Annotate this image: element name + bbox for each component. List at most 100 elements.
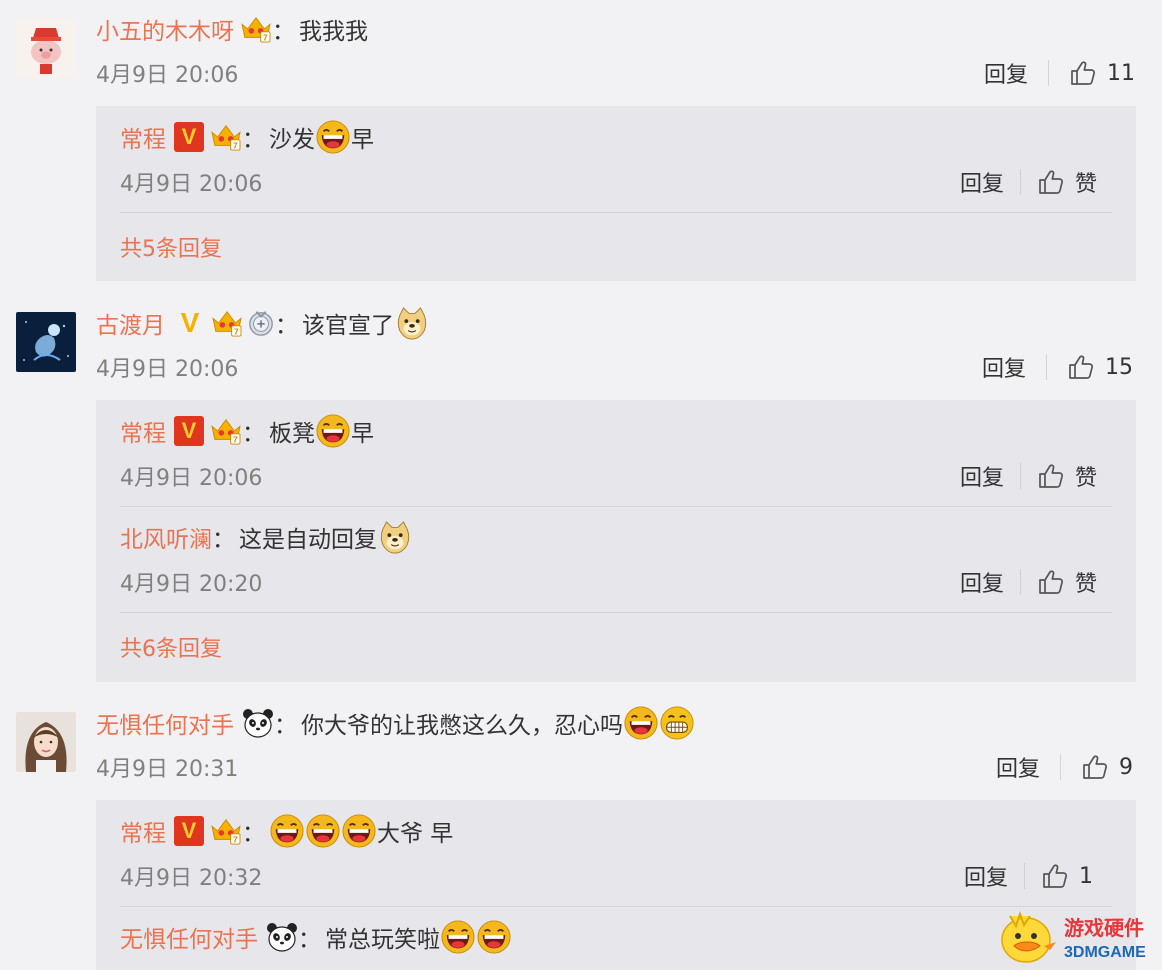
reply-button[interactable]: 回复 bbox=[960, 566, 1004, 598]
crown-icon bbox=[211, 309, 243, 337]
laugh-emoji-icon bbox=[316, 120, 350, 154]
crown-icon bbox=[210, 417, 242, 445]
reply-button[interactable]: 回复 bbox=[964, 860, 1008, 892]
comment-actions: 回复 15 bbox=[982, 350, 1133, 384]
reply-actions: 回复 赞 bbox=[960, 565, 1097, 599]
like-button[interactable]: 15 bbox=[1067, 353, 1133, 381]
avatar[interactable] bbox=[16, 312, 76, 372]
comment-content: 小五的木木呀 ： 我我我 bbox=[96, 12, 368, 46]
medal-icon bbox=[247, 309, 275, 337]
reply-content: 北风听澜 ： 这是自动回复 bbox=[120, 520, 413, 554]
like-count: 15 bbox=[1105, 354, 1134, 380]
laugh-emoji-icon bbox=[270, 814, 304, 848]
comment-time: 4月9日 20:06 bbox=[96, 357, 239, 382]
like-button[interactable]: 9 bbox=[1081, 753, 1133, 781]
watermark-line1: 游戏硬件 bbox=[1064, 918, 1144, 940]
divider bbox=[120, 506, 1112, 507]
reply-actions: 回复 赞 bbox=[960, 459, 1097, 493]
like-button[interactable]: 赞 bbox=[1037, 166, 1097, 198]
username-link[interactable]: 常程 bbox=[120, 120, 166, 154]
watermark-logo: 游戏硬件 3DMGAME bbox=[996, 906, 1156, 968]
divider bbox=[1020, 169, 1022, 195]
avatar[interactable] bbox=[16, 712, 76, 772]
username-link[interactable]: 常程 bbox=[120, 814, 166, 848]
comment-content: 无惧任何对手 ： 你大爷的让我憋这么久，忍心吗 bbox=[96, 706, 695, 740]
reply-box: 常程 V ： 板凳 早 4月9日 20:06 回复 赞 北风听澜 ： 这是自动回… bbox=[96, 400, 1136, 682]
crown-icon bbox=[210, 817, 242, 845]
colon: ： bbox=[212, 527, 235, 553]
divider bbox=[1060, 754, 1062, 780]
comment-item: 小五的木木呀 ： 我我我 4月9日 20:06 回复 11 常程 V ： 沙发 … bbox=[0, 18, 1162, 288]
colon: ： bbox=[274, 713, 297, 739]
thumb-up-icon bbox=[1081, 753, 1109, 781]
reply-time: 4月9日 20:06 bbox=[120, 466, 263, 491]
divider bbox=[120, 212, 1112, 213]
reply-box: 常程 V ： 大爷 早 4月9日 20:32 回复 1 无惧任何对手 ： 常总玩… bbox=[96, 800, 1136, 970]
username-link[interactable]: 小五的木木呀 bbox=[96, 12, 234, 46]
verified-v-icon: V bbox=[180, 307, 200, 338]
doge-emoji-icon bbox=[395, 306, 429, 340]
comment-actions: 回复 11 bbox=[984, 56, 1135, 90]
laugh-emoji-icon bbox=[342, 814, 376, 848]
reply-text: 板凳 bbox=[269, 421, 315, 447]
thumb-up-icon bbox=[1037, 568, 1065, 596]
username-link[interactable]: 无惧任何对手 bbox=[120, 920, 258, 954]
like-button[interactable]: 1 bbox=[1041, 862, 1093, 890]
reply-button[interactable]: 回复 bbox=[996, 751, 1040, 783]
laugh-emoji-icon bbox=[306, 814, 340, 848]
laugh-emoji-icon bbox=[624, 706, 658, 740]
duck-mascot-icon bbox=[1001, 910, 1056, 963]
reply-text-tail: 早 bbox=[351, 127, 374, 153]
reply-text: 沙发 bbox=[269, 127, 315, 153]
reply-button[interactable]: 回复 bbox=[984, 57, 1028, 89]
laugh-emoji-icon bbox=[441, 920, 475, 954]
username-link[interactable]: 古渡月 bbox=[96, 306, 165, 340]
like-button[interactable]: 赞 bbox=[1037, 566, 1097, 598]
reply-button[interactable]: 回复 bbox=[982, 351, 1026, 383]
username-link[interactable]: 无惧任何对手 bbox=[96, 706, 234, 740]
reply-time: 4月9日 20:06 bbox=[120, 172, 263, 197]
like-count: 11 bbox=[1107, 60, 1136, 86]
username-link[interactable]: 北风听澜 bbox=[120, 520, 212, 554]
username-link[interactable]: 常程 bbox=[120, 414, 166, 448]
reply-text: 这是自动回复 bbox=[239, 527, 377, 553]
comment-text: 该官宣了 bbox=[302, 313, 394, 339]
divider bbox=[1024, 863, 1026, 889]
reply-content: 无惧任何对手 ： 常总玩笑啦 bbox=[120, 920, 512, 954]
comment-actions: 回复 9 bbox=[996, 750, 1133, 784]
more-replies-link[interactable]: 共6条回复 bbox=[120, 632, 222, 662]
panda-icon bbox=[242, 707, 274, 739]
like-label: 赞 bbox=[1075, 572, 1098, 597]
like-count: 9 bbox=[1119, 754, 1134, 780]
divider bbox=[1020, 463, 1022, 489]
reply-text-tail: 早 bbox=[351, 421, 374, 447]
comment-item: 古渡月 V ： 该官宣了 4月9日 20:06 回复 15 常程 V ： 板凳 bbox=[0, 307, 1162, 684]
colon: ： bbox=[242, 821, 265, 847]
reply-box: 常程 V ： 沙发 早 4月9日 20:06 回复 赞 共5条回复 bbox=[96, 106, 1136, 281]
like-button[interactable]: 赞 bbox=[1037, 460, 1097, 492]
avatar[interactable] bbox=[16, 18, 76, 78]
reply-content: 常程 V ： 沙发 早 bbox=[120, 120, 374, 154]
comment-feed: 小五的木木呀 ： 我我我 4月9日 20:06 回复 11 常程 V ： 沙发 … bbox=[0, 0, 1162, 970]
crown-icon bbox=[210, 123, 242, 151]
reply-actions: 回复 赞 bbox=[960, 165, 1097, 199]
comment-text: 我我我 bbox=[299, 19, 368, 45]
colon: ： bbox=[275, 313, 298, 339]
comment-text: 你大爷的让我憋这么久，忍心吗 bbox=[301, 713, 623, 739]
reply-button[interactable]: 回复 bbox=[960, 166, 1004, 198]
thumb-up-icon bbox=[1037, 168, 1065, 196]
like-button[interactable]: 11 bbox=[1069, 59, 1135, 87]
reply-button[interactable]: 回复 bbox=[960, 460, 1004, 492]
thumb-up-icon bbox=[1069, 59, 1097, 87]
reply-time: 4月9日 20:32 bbox=[120, 866, 263, 891]
verified-v-icon: V bbox=[174, 816, 204, 846]
divider bbox=[1046, 354, 1048, 380]
reply-actions: 回复 1 bbox=[964, 859, 1093, 893]
doge-emoji-icon bbox=[378, 520, 412, 554]
thumb-up-icon bbox=[1037, 462, 1065, 490]
more-replies-link[interactable]: 共5条回复 bbox=[120, 232, 222, 262]
reply-time: 4月9日 20:20 bbox=[120, 572, 263, 597]
watermark-line2: 3DMGAME bbox=[1064, 944, 1146, 961]
colon: ： bbox=[272, 19, 295, 45]
watermark-text: 游戏硬件 3DMGAME bbox=[1064, 912, 1146, 962]
